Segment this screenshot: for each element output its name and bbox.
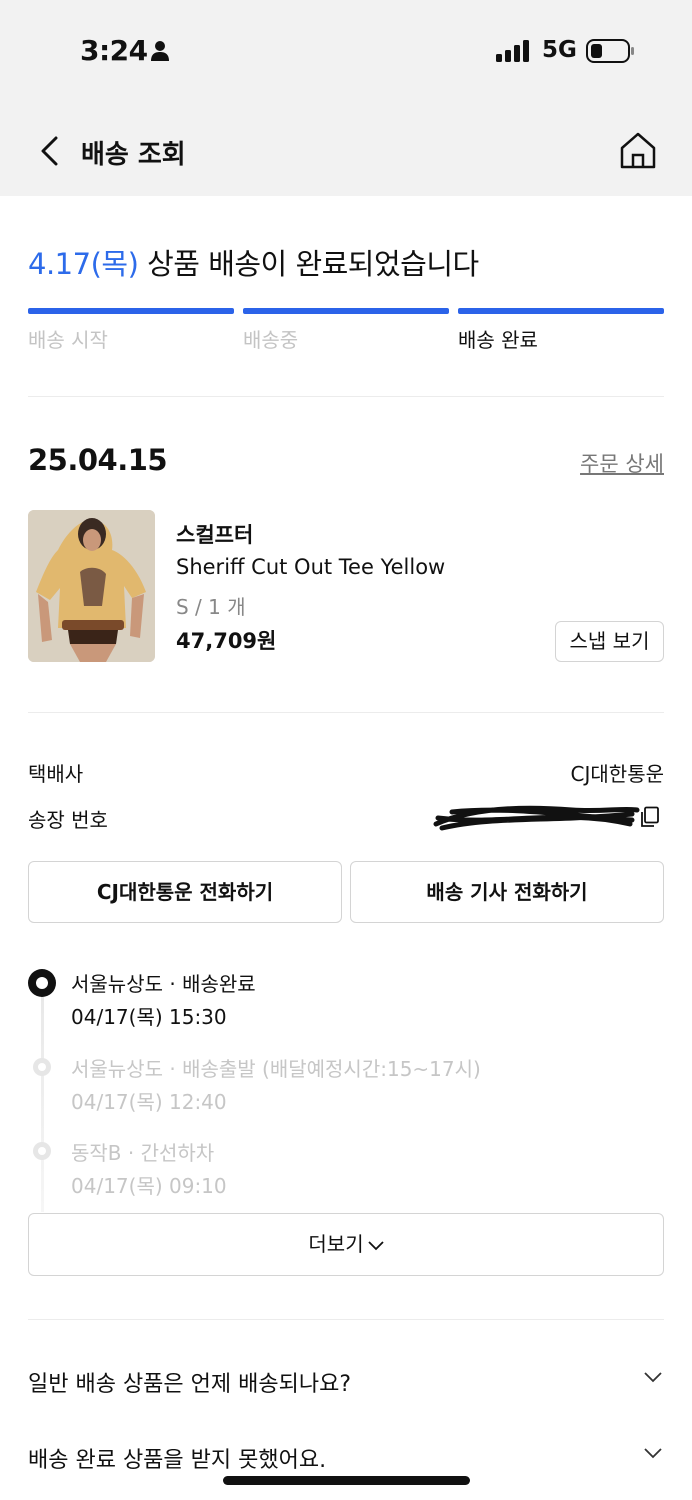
- progress-segment-3: [458, 308, 664, 314]
- timeline-event-title: 서울뉴상도 · 배송완료: [71, 972, 256, 996]
- faq-question: 배송 완료 상품을 받지 못했어요.: [28, 1448, 327, 1473]
- chevron-down-icon: [644, 1448, 662, 1459]
- timeline-event-time: 04/17(목) 12:40: [71, 1090, 227, 1114]
- page-title: 배송 조회: [81, 140, 186, 170]
- divider: [28, 1319, 664, 1320]
- order-date: 25.04.15: [28, 443, 168, 477]
- divider: [28, 712, 664, 713]
- timeline-event-time: 04/17(목) 15:30: [71, 1005, 227, 1029]
- product-option: S / 1 개: [176, 595, 246, 619]
- call-driver-button[interactable]: 배송 기사 전화하기: [350, 861, 664, 923]
- status-time: 3:24: [80, 34, 148, 67]
- delivery-headline: 4.17(목) 상품 배송이 완료되었습니다: [28, 241, 479, 283]
- timeline-event-time: 04/17(목) 09:10: [71, 1174, 227, 1198]
- timeline-event-title: 동작B · 간선하차: [71, 1141, 215, 1165]
- delivery-message: 상품 배송이 완료되었습니다: [147, 247, 479, 281]
- tracking-number-label: 송장 번호: [28, 808, 108, 832]
- timeline-dot-active: [28, 969, 56, 997]
- status-bar: 3:24 5G: [0, 0, 692, 100]
- divider: [28, 396, 664, 397]
- back-arrow-icon[interactable]: [38, 136, 60, 166]
- more-button[interactable]: 더보기: [28, 1213, 664, 1276]
- tracking-number-redacted: [432, 802, 664, 832]
- timeline-dot: [33, 1142, 51, 1160]
- timeline-dot: [33, 1058, 51, 1076]
- product-name[interactable]: Sheriff Cut Out Tee Yellow: [176, 555, 445, 579]
- more-button-label: 더보기: [308, 1232, 364, 1256]
- progress-segment-1: [28, 308, 234, 314]
- network-label: 5G: [542, 37, 577, 63]
- product-thumbnail[interactable]: [28, 510, 155, 662]
- faq-item[interactable]: 배송 완료 상품을 받지 못했어요.: [28, 1436, 664, 1476]
- progress-segment-2: [243, 308, 449, 314]
- copy-icon[interactable]: [639, 806, 661, 828]
- call-courier-button[interactable]: CJ대한통운 전화하기: [28, 861, 342, 923]
- home-indicator: [223, 1476, 470, 1485]
- redaction-scribble: [433, 805, 640, 831]
- timeline-event-title: 서울뉴상도 · 배송출발 (배달예정시간:15~17시): [71, 1057, 481, 1081]
- progress-label-start: 배송 시작: [28, 328, 108, 352]
- nav-bar: 배송 조회: [0, 100, 692, 196]
- snap-view-button[interactable]: 스냅 보기: [555, 621, 664, 662]
- chevron-down-icon: [644, 1372, 662, 1383]
- faq-item[interactable]: 일반 배송 상품은 언제 배송되나요?: [28, 1360, 664, 1400]
- courier-value: CJ대한통운: [570, 762, 664, 786]
- product-price: 47,709원: [176, 629, 277, 653]
- home-icon[interactable]: [618, 130, 658, 170]
- product-image: [28, 510, 155, 662]
- chevron-down-icon: [367, 1240, 384, 1250]
- delivery-date: 4.17(목): [28, 247, 139, 281]
- person-icon: [151, 41, 169, 61]
- timeline-line: [41, 992, 44, 1212]
- faq-question: 일반 배송 상품은 언제 배송되나요?: [28, 1372, 352, 1397]
- order-detail-link[interactable]: 주문 상세: [580, 448, 664, 478]
- battery-icon: [586, 39, 634, 63]
- product-brand[interactable]: 스컬프터: [176, 519, 253, 549]
- progress-label-in-transit: 배송중: [243, 328, 299, 352]
- progress-label-complete: 배송 완료: [458, 328, 538, 352]
- signal-icon: [496, 40, 529, 62]
- courier-label: 택배사: [28, 762, 84, 786]
